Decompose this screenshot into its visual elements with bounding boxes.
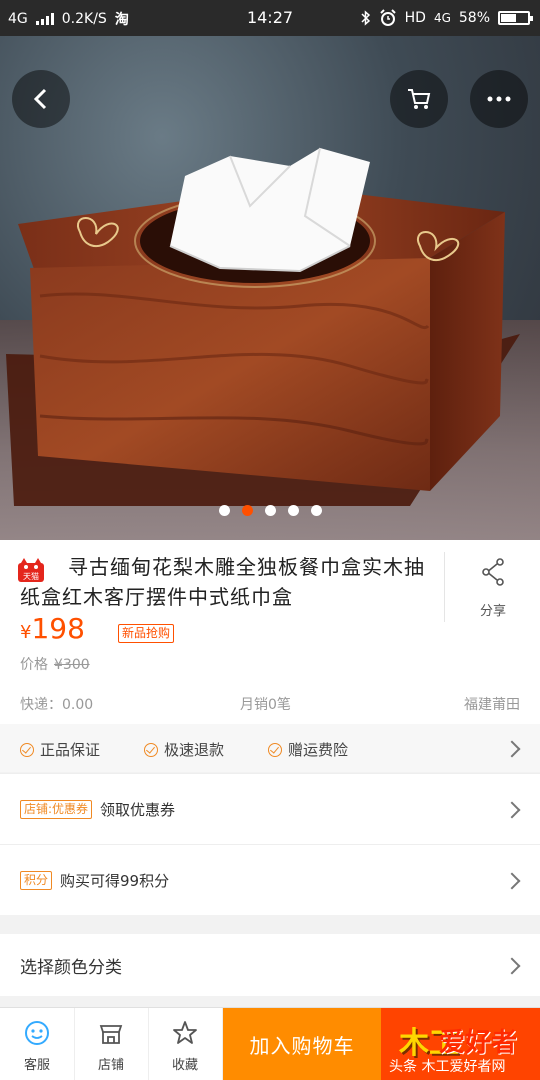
- cart-button-top[interactable]: [390, 70, 448, 128]
- product-info-panel: 天猫 寻古缅甸花梨木雕全独板餐巾盒实木抽纸盒红木客厅摆件中式纸巾盒 分享 ¥19…: [0, 540, 540, 724]
- back-button[interactable]: [12, 70, 70, 128]
- favorite-label: 收藏: [171, 1058, 198, 1073]
- carousel-dot[interactable]: [264, 505, 276, 516]
- guarantee-label: 赠运费险: [288, 741, 349, 759]
- customer-service-button[interactable]: 客服: [0, 1008, 75, 1080]
- original-price-label: 价格: [20, 657, 48, 673]
- guarantee-label: 极速退款: [164, 741, 225, 759]
- product-title: 寻古缅甸花梨木雕全独板餐巾盒实木抽纸盒红木客厅摆件中式纸巾盒: [20, 555, 425, 609]
- add-to-cart-button[interactable]: 加入购物车: [223, 1008, 381, 1080]
- select-spec-row[interactable]: 选择颜色分类: [0, 934, 540, 996]
- customer-service-label: 客服: [23, 1058, 50, 1073]
- product-image-carousel[interactable]: [0, 36, 540, 540]
- hd-indicator: HD: [404, 10, 426, 26]
- chevron-right-icon: [503, 740, 521, 758]
- battery-icon: [498, 11, 533, 25]
- carousel-indicator: [0, 505, 540, 516]
- guarantee-item-authentic: 正品保证: [20, 739, 100, 760]
- star-icon: [173, 1021, 197, 1044]
- guarantee-item-shipping-insurance: 赠运费险: [268, 739, 348, 760]
- service-guarantee-row[interactable]: 正品保证 极速退款 赠运费险: [0, 724, 540, 772]
- points-row[interactable]: 积分 购买可得99积分: [0, 844, 540, 915]
- status-bar: 4G 0.2K/S 淘 14:27 HD 4G 58%: [0, 0, 540, 36]
- watermark-caption: 头条 木工爱好者网: [389, 1059, 506, 1075]
- coupon-row[interactable]: 店铺:优惠券 领取优惠券: [0, 773, 540, 844]
- original-price-value: ¥300: [54, 657, 90, 673]
- shop-button[interactable]: 店铺: [74, 1008, 149, 1080]
- share-button[interactable]: 分享: [444, 552, 540, 622]
- shipping-fee: 快递：0.00: [20, 697, 94, 713]
- favorite-button[interactable]: 收藏: [148, 1008, 223, 1080]
- share-label: 分享: [479, 604, 506, 619]
- select-spec-label: 选择颜色分类: [20, 957, 122, 978]
- price-value: 198: [31, 612, 85, 645]
- network-type-right: 4G: [433, 11, 451, 25]
- chevron-right-icon: [503, 801, 521, 819]
- buy-now-button[interactable]: 木工 爱好者 头条 木工爱好者网: [381, 1008, 540, 1080]
- shop-icon: [99, 1025, 123, 1044]
- customer-service-icon: [25, 1021, 49, 1045]
- points-label: 购买可得99积分: [60, 871, 170, 890]
- cart-icon: [408, 89, 431, 109]
- watermark-logo-text: 爱好者: [439, 1028, 518, 1058]
- carousel-dot[interactable]: [218, 505, 230, 516]
- guarantee-label: 正品保证: [40, 741, 101, 759]
- check-circle-icon: [20, 742, 34, 757]
- check-circle-icon: [268, 742, 283, 757]
- currency-symbol: ¥: [20, 622, 32, 643]
- shop-label: 店铺: [97, 1058, 124, 1073]
- alarm-icon: [379, 9, 396, 26]
- more-dots-icon: [487, 96, 511, 102]
- ship-from-location: 福建莆田: [464, 697, 520, 713]
- chevron-right-icon: [503, 872, 521, 890]
- original-price: 价格 ¥300: [20, 654, 90, 674]
- points-tag: 积分: [20, 870, 53, 890]
- carousel-dot[interactable]: [310, 505, 322, 516]
- check-circle-icon: [144, 742, 159, 757]
- bottom-action-bar: 客服 店铺 收藏 加入购物车 木工 爱好者 头条 木工爱好者网: [0, 1007, 540, 1080]
- share-icon: [482, 558, 504, 586]
- new-product-tag: 新品抢购: [118, 624, 175, 643]
- bluetooth-icon: [361, 10, 370, 26]
- price: ¥198: [20, 612, 85, 645]
- more-menu-button[interactable]: [470, 70, 528, 128]
- carousel-dot[interactable]: [241, 505, 253, 516]
- coupon-label: 领取优惠券: [100, 800, 176, 819]
- monthly-sales: 月销0笔: [240, 697, 291, 713]
- chevron-left-icon: [33, 88, 47, 110]
- product-photo-tissue-box: [6, 147, 520, 506]
- shop-coupon-tag: 店铺:优惠券: [20, 799, 93, 819]
- battery-percent: 58%: [458, 10, 490, 26]
- chevron-right-icon: [503, 957, 521, 975]
- carousel-dot[interactable]: [287, 505, 299, 516]
- guarantee-item-fast-refund: 极速退款: [144, 739, 224, 760]
